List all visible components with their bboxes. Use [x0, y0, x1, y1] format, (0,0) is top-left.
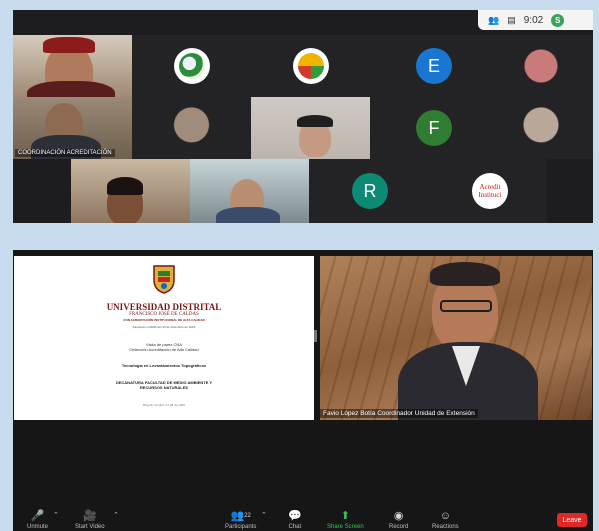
slide-program: Tecnología en Levantamientos Topográfico… — [121, 363, 207, 368]
participant-tile-video[interactable] — [489, 97, 593, 159]
unmute-button[interactable]: 🎤 Unmute — [27, 510, 48, 531]
reactions-icon: ☺ — [439, 510, 451, 522]
slide-date: Bogotá, Octubre 27-28 de 2020 — [142, 403, 186, 407]
shared-slide: UNIVERSIDAD DISTRITAL FRANCISCO JOSÉ DE … — [14, 256, 314, 420]
participant-tile-logo[interactable] — [251, 35, 370, 97]
share-screen-button[interactable]: ⬆ Share Screen — [327, 510, 364, 531]
start-video-button[interactable]: 🎥 Start Video — [75, 510, 105, 531]
participant-tile-initial[interactable]: R — [309, 159, 428, 223]
participant-tile-logo[interactable] — [132, 35, 251, 97]
participant-tile-video[interactable] — [190, 159, 309, 223]
splitter-handle[interactable] — [314, 330, 317, 342]
record-button[interactable]: ◉ Record — [389, 510, 408, 531]
participant-tile-video[interactable]: COORDINACIÓN ACREDITACIÓN — [13, 97, 132, 159]
slide-tagline: CON ACREDITACIÓN INSTITUCIONAL DE ALTA C… — [123, 318, 205, 322]
chevron-up-icon[interactable]: ⌃ — [53, 511, 59, 519]
participant-tile-video[interactable] — [251, 97, 370, 159]
meeting-toolbar: 🎤 Unmute ⌃ 🎥 Start Video ⌃ 👥22 Participa… — [13, 509, 593, 531]
chevron-up-icon[interactable]: ⌃ — [113, 511, 119, 519]
muted-microphone-icon: 🎤 — [30, 510, 45, 522]
participant-avatar: R — [352, 173, 388, 209]
video-off-icon: 🎥 — [82, 510, 97, 522]
organization-logo — [174, 48, 210, 84]
participant-tile-video[interactable] — [489, 35, 593, 97]
record-icon: ◉ — [393, 510, 404, 522]
chevron-up-icon[interactable]: ⌃ — [261, 511, 267, 519]
gallery-view: 👥 ▤ 9:02 S E COORDINACIÓN ACREDITACIÓN F… — [13, 10, 593, 223]
active-speaker-video[interactable]: Favio López Botía Coordinador Unidad de … — [320, 256, 592, 420]
participant-tile-video[interactable] — [13, 35, 132, 97]
participant-tile-video[interactable] — [71, 159, 190, 223]
chat-icon: 💬 — [288, 510, 302, 522]
participant-tile-initial[interactable]: E — [370, 35, 489, 97]
participants-icon[interactable]: 👥 — [488, 15, 499, 26]
reactions-button[interactable]: ☺ Reactions — [432, 510, 459, 531]
participant-tile-video[interactable] — [132, 97, 251, 159]
participant-tile-logo[interactable]: Acredit Instituci — [428, 159, 547, 223]
screen-share-view: UNIVERSIDAD DISTRITAL FRANCISCO JOSÉ DE … — [13, 250, 593, 531]
speaker-name: Favio López Botía Coordinador Unidad de … — [320, 409, 478, 418]
participant-avatar: F — [416, 110, 452, 146]
slide-resolution: Resolución 23096 del 15 de diciembre de … — [132, 325, 196, 329]
university-crest-icon — [153, 265, 175, 294]
chat-button[interactable]: 💬 Chat — [288, 510, 302, 531]
participant-tile-initial[interactable]: F — [370, 97, 489, 159]
slide-university-title: UNIVERSIDAD DISTRITAL — [106, 302, 222, 312]
chat-icon[interactable]: ▤ — [507, 15, 516, 26]
participant-name: COORDINACIÓN ACREDITACIÓN — [15, 149, 115, 157]
slide-university-subtitle: FRANCISCO JOSÉ DE CALDAS — [129, 312, 199, 317]
slide-visit: Visita de pares CNA Obtención Acreditaci… — [129, 342, 199, 352]
organization-logo — [293, 48, 329, 84]
organization-logo: Acredit Instituci — [472, 173, 508, 209]
glasses — [440, 300, 492, 312]
meeting-status-bar: 👥 ▤ 9:02 S — [478, 10, 593, 30]
leave-button[interactable]: Leave — [557, 513, 587, 527]
slide-faculty: DECANATURA FACULTAD DE MEDIO AMBIENTE Y … — [115, 380, 213, 390]
clock-time: 9:02 — [523, 14, 544, 26]
participants-icon: 👥 — [230, 510, 245, 522]
share-screen-icon: ⬆ — [340, 510, 350, 522]
participant-avatar: E — [416, 48, 452, 84]
self-avatar[interactable]: S — [551, 13, 565, 27]
participants-button[interactable]: 👥22 Participants — [225, 510, 256, 531]
